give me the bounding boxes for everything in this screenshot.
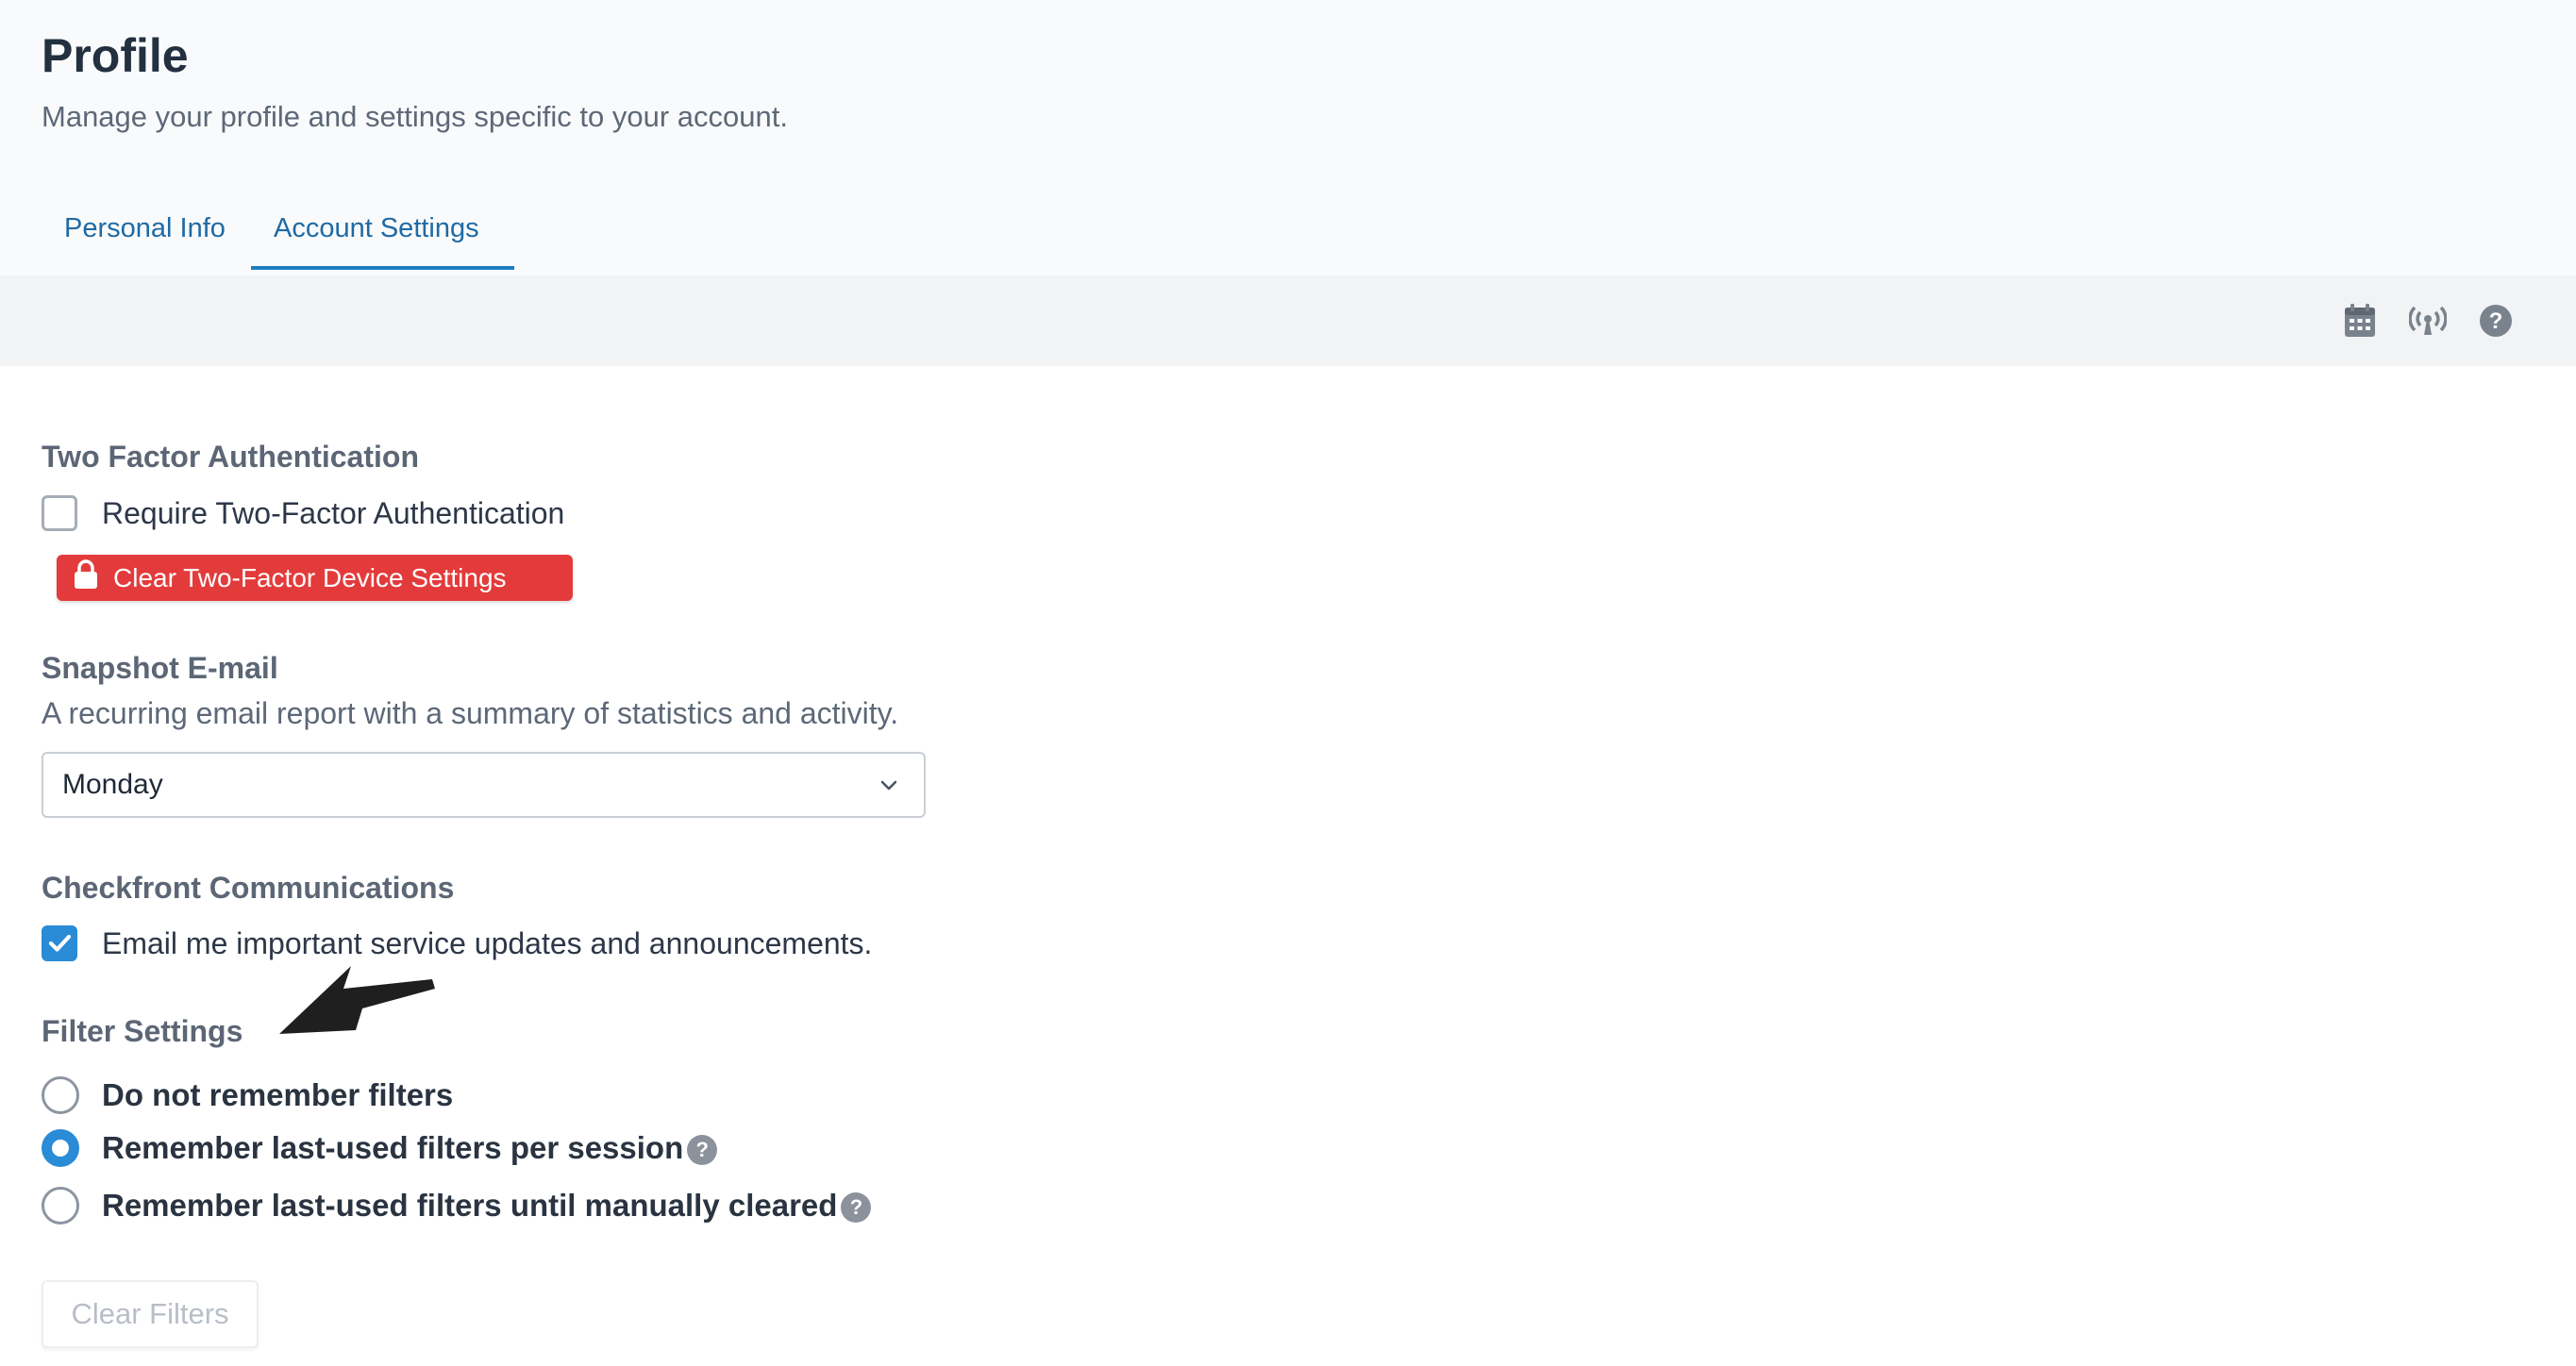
radio-remember-until-cleared-text: Remember last-used filters until manuall… — [102, 1188, 838, 1223]
page-title: Profile — [42, 29, 189, 82]
radio-remember-per-session[interactable] — [42, 1129, 79, 1167]
filter-settings-heading: Filter Settings — [42, 1014, 243, 1048]
tab-personal-info[interactable]: Personal Info — [42, 204, 268, 270]
email-updates-checkbox[interactable] — [42, 925, 77, 961]
require-two-factor-checkbox[interactable] — [42, 495, 77, 531]
snapshot-heading: Snapshot E-mail — [42, 651, 278, 685]
radio-remember-until-cleared[interactable] — [42, 1187, 79, 1224]
calendar-icon[interactable] — [2339, 300, 2381, 342]
svg-text:?: ? — [2489, 308, 2503, 334]
toolbar — [0, 275, 2576, 366]
checkmark-icon — [48, 934, 72, 952]
radio-do-not-remember-label: Do not remember filters — [102, 1077, 454, 1112]
require-two-factor-label: Require Two-Factor Authentication — [102, 496, 565, 530]
radio-remember-until-cleared-label: Remember last-used filters until manuall… — [102, 1188, 872, 1224]
email-updates-label: Email me important service updates and a… — [102, 926, 873, 960]
snapshot-day-select[interactable]: Monday — [42, 752, 926, 818]
chevron-down-icon — [878, 775, 899, 800]
tab-account-settings[interactable]: Account Settings — [251, 204, 514, 270]
radio-remember-per-session-text: Remember last-used filters per session — [102, 1130, 684, 1165]
clear-filters-button[interactable]: Clear Filters — [42, 1280, 259, 1348]
radio-do-not-remember[interactable] — [42, 1076, 79, 1114]
snapshot-selected-value: Monday — [62, 769, 163, 800]
clear-two-factor-button[interactable]: Clear Two-Factor Device Settings — [57, 555, 573, 601]
help-icon[interactable]: ? — [2475, 300, 2517, 342]
two-factor-heading: Two Factor Authentication — [42, 440, 419, 474]
clear-two-factor-label: Clear Two-Factor Device Settings — [113, 562, 507, 592]
help-icon[interactable]: ? — [687, 1135, 718, 1166]
page-subtitle: Manage your profile and settings specifi… — [42, 100, 788, 133]
communications-heading: Checkfront Communications — [42, 871, 455, 905]
pointer-arrow-icon — [279, 966, 435, 1034]
snapshot-description: A recurring email report with a summary … — [42, 696, 899, 730]
radio-remember-per-session-label: Remember last-used filters per session? — [102, 1130, 718, 1166]
help-icon[interactable]: ? — [841, 1192, 872, 1224]
lock-icon — [74, 559, 98, 596]
broadcast-icon[interactable] — [2407, 300, 2449, 342]
